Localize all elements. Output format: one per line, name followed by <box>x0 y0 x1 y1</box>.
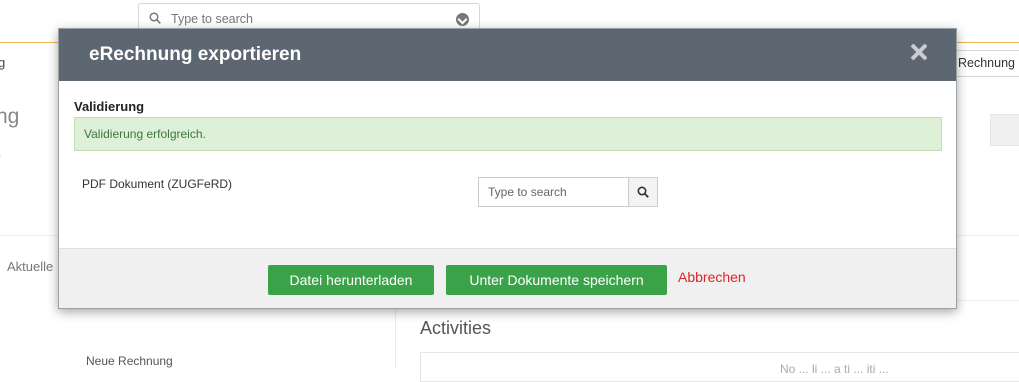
left-heading-fragment: ng <box>0 105 20 128</box>
modal-footer: Datei herunterladen Unter Dokumente spei… <box>59 248 956 308</box>
pdf-document-search-button[interactable] <box>628 177 658 207</box>
activities-title: Activities <box>420 318 492 338</box>
validation-heading: Validierung <box>74 99 145 114</box>
left-text-fragment: g <box>0 55 6 70</box>
save-to-documents-button[interactable]: Unter Dokumente speichern <box>446 265 667 295</box>
cancel-link[interactable]: Abbrechen <box>678 269 746 285</box>
chevron-down-icon[interactable] <box>456 13 469 26</box>
modal-title: eRechnung exportieren <box>89 44 302 65</box>
activities-panel <box>420 352 1019 382</box>
modal-header: eRechnung exportieren <box>59 29 956 81</box>
validation-message: Validierung erfolgreich. <box>84 127 206 141</box>
background-action-box <box>990 114 1019 146</box>
no-activities-text: No ... li ... a ti ... iti ... <box>780 362 889 376</box>
neue-rechnung-link[interactable]: Neue Rechnung <box>86 354 173 368</box>
search-icon <box>637 186 649 198</box>
tab-aktuelle[interactable]: Aktuelle <box>7 259 53 274</box>
pdf-document-label: PDF Dokument (ZUGFeRD) <box>82 177 233 191</box>
rechnung-button[interactable]: Rechnung <box>950 50 1019 77</box>
validation-success-alert: Validierung erfolgreich. <box>74 117 942 151</box>
export-erechnung-modal: eRechnung exportieren Validierung Validi… <box>58 28 957 309</box>
download-file-button[interactable]: Datei herunterladen <box>268 265 434 295</box>
divider <box>395 300 396 369</box>
pdf-document-search-input[interactable] <box>478 177 628 207</box>
global-search-placeholder: Type to search <box>171 12 253 26</box>
left-small-fragment: · <box>0 150 2 162</box>
search-icon <box>149 12 161 24</box>
close-icon[interactable] <box>910 43 928 61</box>
